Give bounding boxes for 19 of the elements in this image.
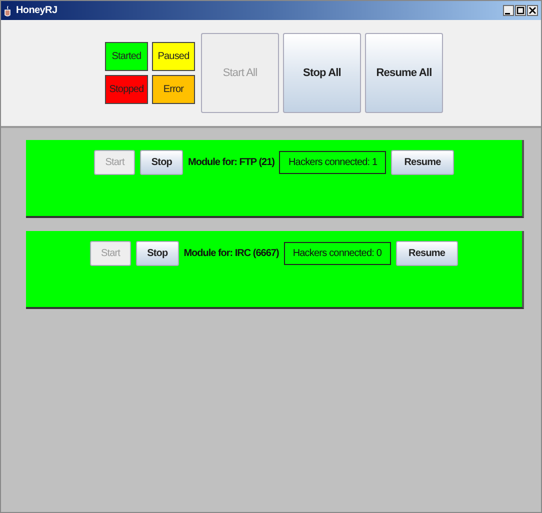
close-icon[interactable] bbox=[527, 5, 538, 16]
status-legend-label: Paused bbox=[152, 42, 195, 71]
resume-button[interactable]: Resume bbox=[396, 241, 458, 266]
stop-button[interactable]: Stop bbox=[136, 241, 179, 266]
resume-button[interactable]: Resume bbox=[391, 150, 454, 175]
status-legend-label: Started bbox=[105, 42, 148, 71]
maximize-icon[interactable] bbox=[515, 5, 526, 16]
module-label: Module for: IRC (6667) bbox=[184, 248, 279, 259]
toolbar-button[interactable]: Stop All bbox=[283, 33, 361, 113]
status-legend-label: Error bbox=[152, 75, 195, 104]
stop-button[interactable]: Stop bbox=[140, 150, 183, 175]
module-label: Module for: FTP (21) bbox=[188, 157, 274, 168]
hackers-count: Hackers connected: 0 bbox=[284, 242, 391, 265]
hackers-count: Hackers connected: 1 bbox=[279, 151, 386, 174]
status-legend-label: Stopped bbox=[105, 75, 148, 104]
minimize-icon[interactable] bbox=[503, 5, 514, 16]
window-title: HoneyRJ bbox=[16, 5, 58, 16]
toolbar-button[interactable]: Resume All bbox=[365, 33, 443, 113]
cup-icon bbox=[4, 4, 12, 16]
